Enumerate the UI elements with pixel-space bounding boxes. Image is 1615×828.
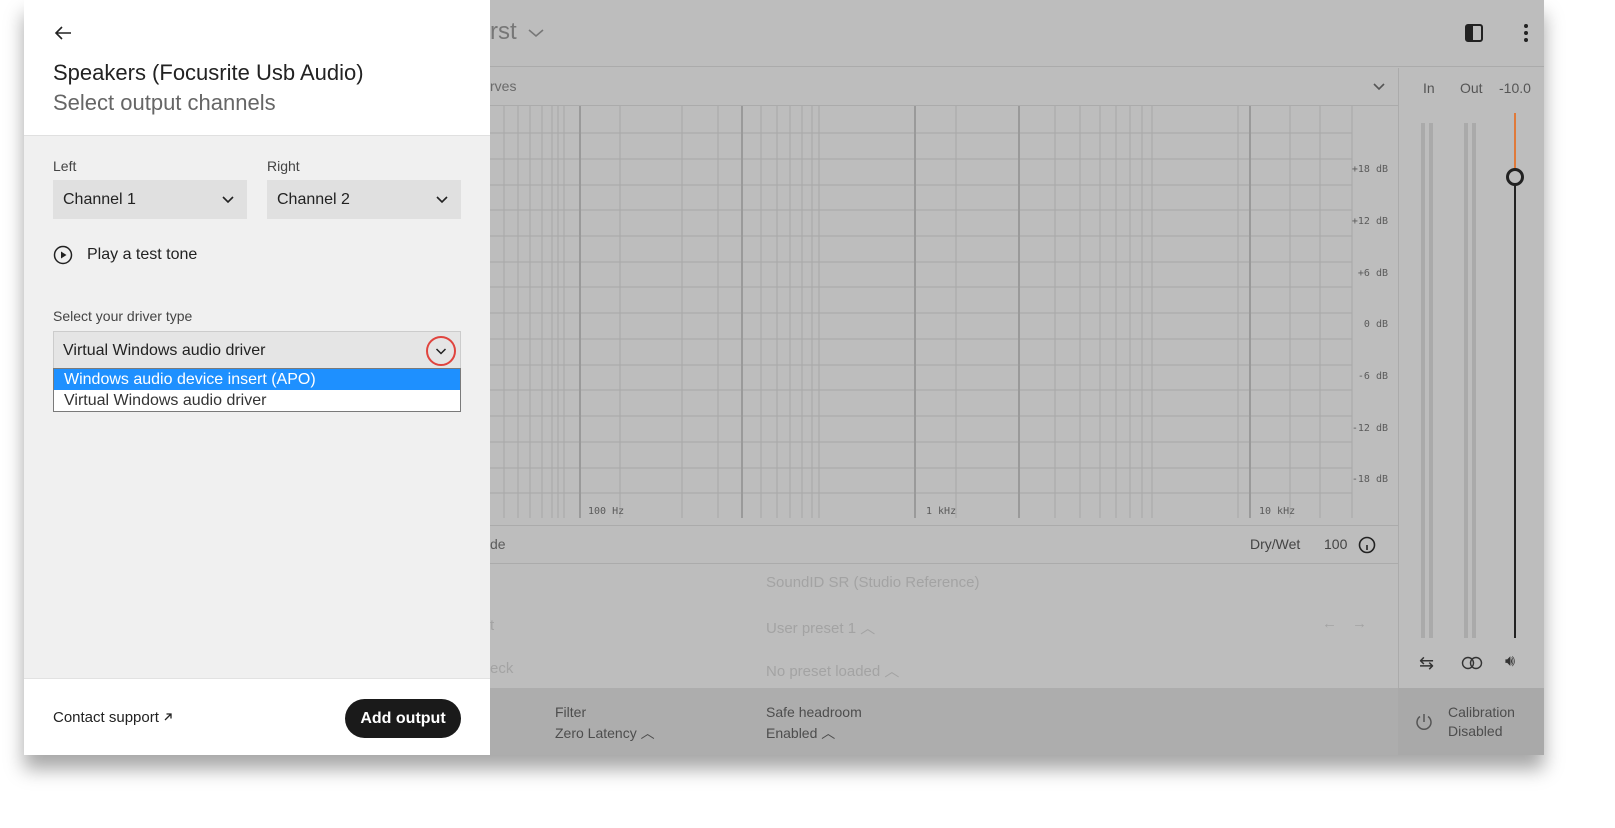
preset-label: t: [490, 617, 495, 634]
db-label: -6 dB: [1357, 371, 1388, 382]
level-slider-track[interactable]: [1514, 113, 1516, 638]
calibration-label: Calibration: [1448, 704, 1515, 720]
mono-icon[interactable]: [1461, 656, 1483, 670]
output-settings-panel: Speakers (Focusrite Usb Audio) Select ou…: [24, 0, 490, 755]
play-test-tone-button[interactable]: Play a test tone: [53, 245, 197, 265]
driver-option-apo[interactable]: Windows audio device insert (APO): [54, 369, 460, 390]
db-label: +6 dB: [1357, 268, 1388, 279]
filter-label: Filter: [555, 704, 587, 720]
dry-wet-knob-icon[interactable]: [1358, 536, 1376, 554]
meter-in-label: In: [1423, 80, 1435, 96]
level-slider-handle[interactable]: [1506, 168, 1524, 186]
meter-level-value: -10.0: [1499, 80, 1531, 96]
power-icon: [1416, 714, 1432, 730]
output-meter-left: [1464, 123, 1468, 638]
meters-panel: In Out -10.0 ⇆ 🔊︎: [1398, 68, 1544, 688]
arrow-left-icon: [54, 26, 71, 40]
chevron-down-icon: [436, 196, 448, 204]
swap-channels-icon[interactable]: ⇆: [1419, 653, 1434, 674]
driver-type-label: Select your driver type: [53, 308, 193, 324]
left-channel-select[interactable]: Channel 1: [53, 180, 247, 219]
hz-label: 100 Hz: [588, 506, 625, 517]
right-channel-label: Right: [267, 158, 300, 174]
db-label: +18 dB: [1351, 164, 1388, 175]
chevron-down-icon: [528, 29, 544, 38]
preset-value[interactable]: User preset 1 ︿: [766, 617, 875, 638]
right-channel-value: Channel 2: [277, 190, 350, 208]
output-meter-right: [1472, 123, 1476, 638]
db-label: 0 dB: [1363, 319, 1388, 330]
driver-type-select[interactable]: Virtual Windows audio driver: [53, 331, 461, 370]
more-menu-icon[interactable]: [1514, 21, 1538, 45]
mode-label: de: [490, 536, 506, 552]
check-label: eck: [490, 660, 514, 677]
next-preset-icon[interactable]: →: [1352, 615, 1367, 632]
left-channel-label: Left: [53, 158, 77, 174]
eq-grid: [490, 106, 1353, 518]
left-channel-value: Channel 1: [63, 190, 136, 208]
driver-option-virtual[interactable]: Virtual Windows audio driver: [54, 390, 460, 411]
mode-row: de Dry/Wet 100: [490, 526, 1398, 564]
panel-subtitle: Select output channels: [53, 90, 276, 115]
add-output-button[interactable]: Add output: [345, 699, 461, 738]
panel-footer: Contact support Add output: [24, 678, 490, 755]
app-topbar: rst: [490, 0, 1544, 67]
headroom-value[interactable]: Enabled ︿: [766, 723, 835, 743]
meter-out-label: Out: [1460, 80, 1483, 96]
prev-preset-icon[interactable]: ←: [1322, 615, 1337, 632]
dry-wet-label: Dry/Wet: [1250, 536, 1301, 552]
curves-label: rves: [490, 78, 517, 94]
calibration-value: Disabled: [1448, 723, 1503, 739]
input-meter-right: [1429, 123, 1433, 638]
driver-type-value: Virtual Windows audio driver: [63, 341, 266, 359]
check-value[interactable]: No preset loaded ︿: [766, 660, 899, 681]
db-label: -18 dB: [1351, 474, 1388, 485]
db-label: +12 dB: [1351, 216, 1388, 227]
right-channel-select[interactable]: Channel 2: [267, 180, 461, 219]
chevron-down-icon: [435, 348, 447, 355]
external-link-icon: [164, 713, 172, 721]
driver-type-dropdown: Windows audio device insert (APO) Virtua…: [53, 368, 461, 412]
volume-icon[interactable]: 🔊︎: [1505, 653, 1515, 671]
target-value[interactable]: SoundID SR (Studio Reference): [766, 574, 979, 591]
sidebar-toggle-icon[interactable]: [1462, 21, 1486, 45]
back-button[interactable]: [50, 20, 76, 46]
curves-header: rves: [490, 68, 1398, 106]
driver-dropdown-toggle[interactable]: [426, 336, 456, 366]
play-circle-icon: [53, 245, 73, 265]
chevron-down-icon[interactable]: [1372, 82, 1386, 92]
input-meter-left: [1421, 123, 1425, 638]
eq-graph: +18 dB +12 dB +6 dB 0 dB -6 dB -12 dB -1…: [490, 106, 1398, 526]
dry-wet-value[interactable]: 100: [1324, 536, 1347, 552]
chevron-down-icon: [222, 196, 234, 204]
bottom-bar: Filter Zero Latency ︿ Safe headroom Enab…: [490, 688, 1398, 755]
test-tone-label: Play a test tone: [87, 246, 198, 263]
db-label: -12 dB: [1351, 423, 1388, 434]
hz-label: 1 kHz: [926, 506, 957, 517]
calibration-toggle[interactable]: Calibration Disabled: [1398, 688, 1544, 755]
contact-support-link[interactable]: Contact support: [53, 709, 173, 726]
filter-value[interactable]: Zero Latency ︿: [555, 723, 655, 743]
headroom-label: Safe headroom: [766, 704, 862, 720]
panel-header: Speakers (Focusrite Usb Audio) Select ou…: [24, 0, 490, 136]
panel-title: Speakers (Focusrite Usb Audio): [53, 60, 364, 85]
preset-rows: SoundID SR (Studio Reference) t User pre…: [490, 564, 1398, 688]
hz-label: 10 kHz: [1259, 506, 1296, 517]
app-title-fragment[interactable]: rst: [490, 18, 545, 46]
